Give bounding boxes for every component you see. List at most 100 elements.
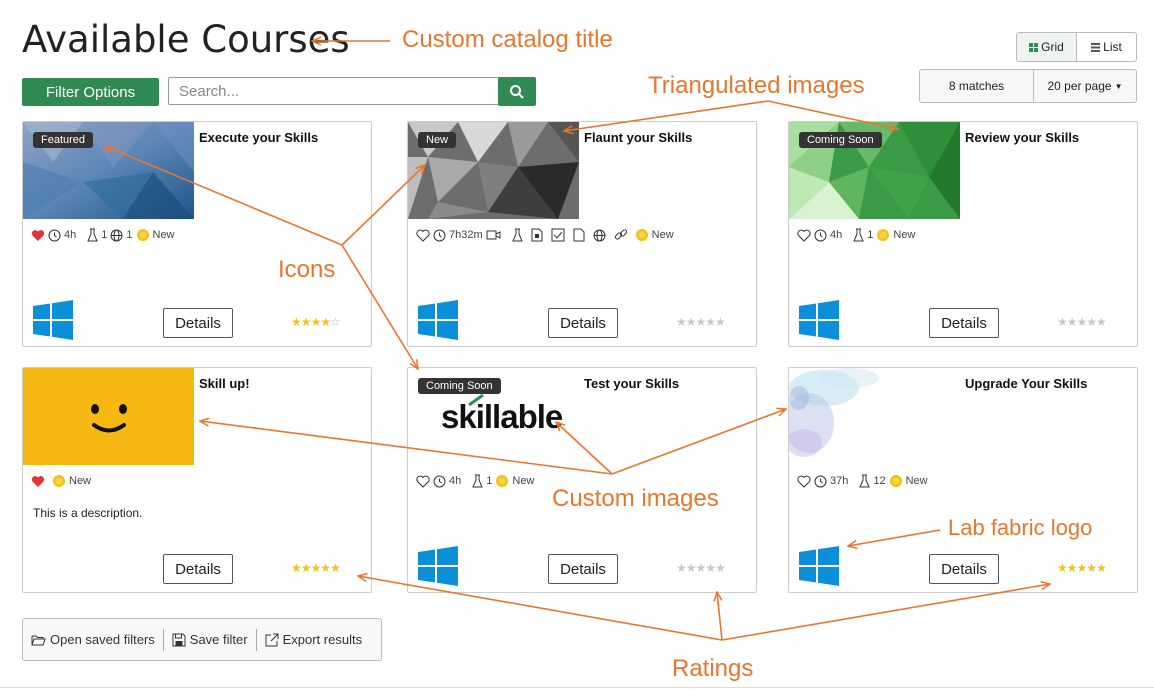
course-icons: New: [31, 474, 91, 488]
new-label: New: [512, 475, 535, 487]
link-icon: [614, 229, 627, 240]
windows-logo: [418, 546, 458, 586]
star-rating: ★★★★☆: [291, 315, 341, 329]
lab-flask-icon: [853, 228, 865, 242]
lab-count: 1: [867, 229, 874, 241]
document-icon: [573, 228, 585, 242]
per-page-select[interactable]: 20 per page ▼: [1034, 70, 1136, 102]
heart-filled-icon[interactable]: [31, 475, 45, 488]
skillable-logo: skillable: [441, 398, 563, 435]
clock-icon: [814, 475, 827, 487]
new-label: New: [893, 229, 916, 241]
results-pager: 8 matches 20 per page ▼: [919, 69, 1137, 103]
lab-flask-icon: [859, 474, 871, 488]
course-icons: 4h 1 New: [797, 228, 915, 242]
save-floppy-icon: [172, 633, 186, 646]
new-label: New: [69, 475, 92, 487]
filter-options-button[interactable]: Filter Options: [22, 78, 159, 106]
clock-icon: [433, 475, 446, 487]
annotation-triangulated: Triangulated images: [648, 72, 865, 99]
annotation-lab-fabric: Lab fabric logo: [948, 515, 1093, 540]
course-title[interactable]: Review your Skills: [965, 130, 1079, 145]
duration: 4h: [449, 475, 462, 487]
course-card[interactable]: skillable Coming Soon Test your Skills 4…: [407, 367, 757, 593]
course-icons: 7h32m New: [416, 228, 674, 242]
new-sun-icon: [53, 475, 65, 487]
details-button[interactable]: Details: [163, 554, 233, 584]
clock-icon: [814, 229, 827, 241]
new-label: New: [651, 229, 674, 241]
course-card[interactable]: New Flaunt your Skills 7h32m New Details…: [407, 121, 757, 347]
lab-count: 1: [101, 229, 108, 241]
coming-soon-badge: Coming Soon: [799, 132, 882, 148]
heart-filled-icon[interactable]: [31, 229, 45, 242]
per-page-label: 20 per page: [1047, 79, 1112, 93]
duration: 7h32m: [449, 229, 483, 241]
checkbox-icon: [551, 228, 565, 242]
heart-outline-icon[interactable]: [797, 475, 811, 488]
course-title[interactable]: Test your Skills: [584, 376, 679, 391]
duration: 4h: [64, 229, 77, 241]
course-icons: 4h 1 1 New: [31, 228, 175, 242]
annotation-custom-images: Custom images: [552, 485, 719, 512]
page-title: Available Courses: [22, 18, 350, 61]
star-rating: ★★★★★: [676, 315, 726, 329]
heart-outline-icon[interactable]: [416, 229, 430, 242]
list-view-button[interactable]: List: [1077, 33, 1136, 61]
new-label: New: [905, 475, 928, 487]
open-saved-filters-button[interactable]: Open saved filters: [23, 628, 163, 652]
grid-view-button[interactable]: Grid: [1017, 33, 1077, 61]
course-card[interactable]: Featured Execute your Skills 4h 1 1 New …: [22, 121, 372, 347]
video-icon: [486, 230, 501, 240]
match-count: 8 matches: [920, 70, 1034, 102]
web-count: 1: [126, 229, 133, 241]
list-icon: [1091, 42, 1101, 52]
duration: 37h: [830, 475, 849, 487]
course-card[interactable]: Coming Soon Review your Skills 4h 1 New …: [788, 121, 1138, 347]
course-title[interactable]: Upgrade Your Skills: [965, 376, 1087, 391]
lab-flask-icon: [87, 228, 99, 242]
annotation-icons: Icons: [278, 256, 336, 283]
new-sun-icon: [496, 475, 509, 487]
export-results-button[interactable]: Export results: [257, 628, 370, 652]
new-badge: New: [418, 132, 457, 148]
lab-flask-icon: [472, 474, 484, 488]
details-button[interactable]: Details: [548, 554, 618, 584]
heart-outline-icon[interactable]: [797, 229, 811, 242]
annotation-ratings: Ratings: [672, 655, 754, 682]
star-rating: ★★★★★: [1057, 315, 1107, 329]
lab-count: 12: [873, 475, 886, 487]
search-input[interactable]: [168, 77, 510, 105]
course-image[interactable]: [23, 368, 194, 465]
course-description: This is a description.: [33, 506, 143, 520]
details-button[interactable]: Details: [929, 554, 999, 584]
course-card[interactable]: Skill up! New This is a description. Det…: [22, 367, 372, 593]
folder-open-icon: [31, 635, 46, 645]
new-sun-icon: [635, 229, 648, 241]
external-link-icon: [265, 633, 279, 646]
coming-soon-badge: Coming Soon: [418, 378, 501, 394]
search-icon: [510, 84, 524, 99]
course-card[interactable]: Upgrade Your Skills 37h 12 New Details ★…: [788, 367, 1138, 593]
filter-actions-bar: Open saved filters Save filter Export re…: [22, 618, 382, 661]
heart-outline-icon[interactable]: [416, 475, 430, 488]
star-rating: ★★★★★: [291, 561, 341, 575]
clock-icon: [48, 229, 61, 241]
grid-icon: [1029, 42, 1039, 52]
course-title[interactable]: Execute your Skills: [199, 130, 318, 145]
search-button[interactable]: [498, 77, 536, 106]
caret-down-icon: ▼: [1114, 81, 1123, 91]
course-title[interactable]: Flaunt your Skills: [584, 130, 692, 145]
open-saved-filters-label: Open saved filters: [50, 632, 155, 647]
details-button[interactable]: Details: [163, 308, 233, 338]
details-button[interactable]: Details: [548, 308, 618, 338]
course-title[interactable]: Skill up!: [199, 376, 250, 391]
view-toggle: Grid List: [1016, 32, 1137, 62]
document-media-icon: [531, 228, 543, 242]
featured-badge: Featured: [33, 132, 94, 148]
lab-flask-icon: [511, 228, 523, 242]
course-image[interactable]: [789, 368, 960, 465]
details-button[interactable]: Details: [929, 308, 999, 338]
lab-count: 1: [486, 475, 493, 487]
save-filter-button[interactable]: Save filter: [164, 628, 256, 652]
